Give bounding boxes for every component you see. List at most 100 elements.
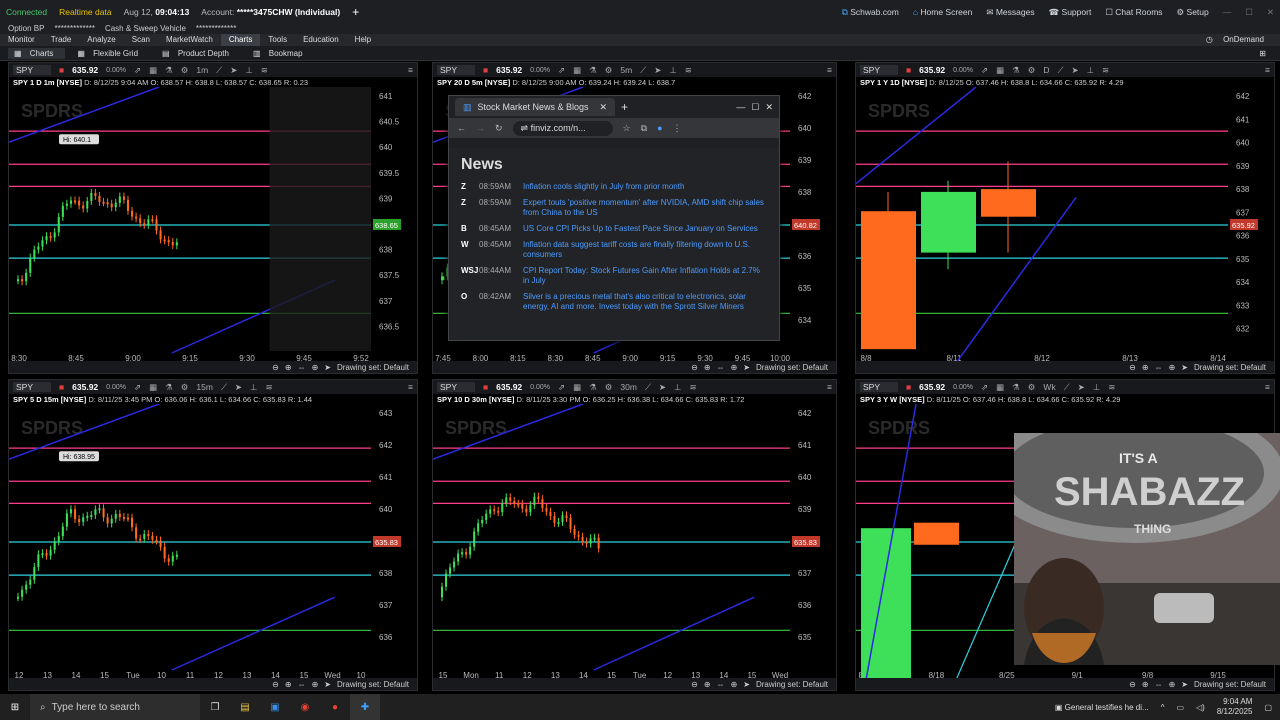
zoom-in-icon[interactable]: ⊕	[704, 680, 711, 689]
share-icon[interactable]: ⇗	[134, 382, 141, 393]
back-icon[interactable]: ←	[457, 123, 466, 133]
pan-icon[interactable]: ⇔	[1155, 680, 1163, 689]
calendar-icon[interactable]: ▦	[149, 382, 157, 393]
grid-layout-icon[interactable]: ⊞	[1253, 48, 1272, 59]
pin-icon[interactable]: ⊥	[1093, 382, 1100, 393]
zoom-out-icon[interactable]: ⊖	[272, 680, 279, 689]
store-icon[interactable]: ▣	[260, 694, 290, 720]
symbol-field[interactable]: SPY	[437, 65, 476, 75]
studies-icon[interactable]: ⚗	[1012, 382, 1020, 393]
pin-icon[interactable]: ⊥	[250, 382, 257, 393]
news-headline[interactable]: Silver is a precious metal that's also c…	[523, 292, 767, 312]
profile-avatar-icon[interactable]: ●	[657, 123, 662, 133]
browser-close-icon[interactable]: ✕	[765, 102, 773, 113]
style-icon[interactable]: ≋	[265, 382, 272, 393]
zoom-out-icon[interactable]: ⊖	[1129, 363, 1136, 372]
studies-icon[interactable]: ⚗	[1012, 65, 1020, 76]
style-icon[interactable]: ≋	[1108, 382, 1115, 393]
setup-link[interactable]: ⚙ Setup	[1177, 7, 1209, 18]
tab-flexible-grid[interactable]: ▦ Flexible Grid	[71, 48, 150, 59]
settings-icon[interactable]: ⚙	[181, 382, 189, 393]
volume-icon[interactable]: ◁)	[1196, 703, 1205, 712]
news-item[interactable]: Z 08:59AM Expert touts 'positive momentum'…	[461, 198, 767, 218]
taskbar-clock[interactable]: 9:04 AM 8/12/2025	[1217, 697, 1253, 717]
studies-icon[interactable]: ⚗	[589, 382, 597, 393]
settings-icon[interactable]: ⚙	[1028, 65, 1036, 76]
link-icon[interactable]: ■	[906, 382, 911, 392]
menu-charts[interactable]: Charts	[220, 34, 261, 46]
menu-icon[interactable]: ≡	[408, 382, 413, 392]
browser-tab[interactable]: ▥ Stock Market News & Blogs ✕	[455, 98, 615, 116]
taskbar-search-box[interactable]: ⌕ Type here to search	[30, 694, 200, 720]
menu-analyze[interactable]: Analyze	[79, 34, 123, 46]
crosshair-icon[interactable]: ⊕	[731, 363, 738, 372]
zoom-out-icon[interactable]: ⊖	[691, 363, 698, 372]
link-icon[interactable]: ■	[483, 382, 488, 392]
drawing-set-label[interactable]: Drawing set: Default	[756, 680, 828, 689]
menu-icon[interactable]: ≡	[827, 382, 832, 392]
price-plot[interactable]: SPDRS64364264164063963863763612131415Tue…	[9, 404, 418, 680]
browser-minimize-icon[interactable]: —	[736, 102, 745, 112]
chart-panel-1[interactable]: SPY ■ 635.92 0.00% ⇗ ▦ ⚗ ⚙ 1m ⟋ ➤ ⊥ ≋ ≡ …	[8, 62, 418, 374]
drawing-cursor-icon[interactable]: ➤	[1181, 363, 1188, 372]
drawing-cursor-icon[interactable]: ➤	[1181, 680, 1188, 689]
link-icon[interactable]: ■	[483, 65, 488, 75]
news-item[interactable]: B 08:45AM US Core CPI Picks Up to Fastest …	[461, 224, 767, 234]
symbol-field[interactable]: SPY	[13, 65, 52, 75]
share-icon[interactable]: ⇗	[981, 382, 988, 393]
price-plot[interactable]: SPDRS64264164063963863763663515Mon111213…	[433, 404, 837, 680]
style-icon[interactable]: ≋	[689, 382, 696, 393]
studies-icon[interactable]: ⚗	[165, 382, 173, 393]
share-icon[interactable]: ⇗	[981, 65, 988, 76]
price-plot[interactable]: SPDRS641640.5640639.5639638.5638637.5637…	[9, 87, 418, 363]
crosshair-icon[interactable]: ⊕	[312, 680, 319, 689]
task-view-icon[interactable]: ❐	[200, 694, 230, 720]
style-icon[interactable]: ≋	[685, 65, 692, 76]
drawing-icon[interactable]: ⟋	[1064, 382, 1070, 393]
news-item[interactable]: W 08:45AM Inflation data suggest tariff co…	[461, 240, 767, 260]
drawing-cursor-icon[interactable]: ➤	[324, 680, 331, 689]
timeframe-selector[interactable]: 30m	[620, 382, 637, 392]
chart-panel-4[interactable]: SPY ■ 635.92 0.00% ⇗ ▦ ⚗ ⚙ 15m ⟋ ➤ ⊥ ≋ ≡…	[8, 379, 418, 691]
cursor-icon[interactable]: ➤	[1078, 382, 1085, 393]
calendar-icon[interactable]: ▦	[573, 65, 581, 76]
pan-icon[interactable]: ⇔	[717, 363, 725, 372]
ondemand-button[interactable]: ◷ OnDemand	[1198, 34, 1280, 46]
link-icon[interactable]: ■	[59, 65, 64, 75]
menu-icon[interactable]: ≡	[827, 65, 832, 75]
menu-monitor[interactable]: Monitor	[0, 34, 43, 46]
minimize-icon[interactable]: —	[1223, 7, 1232, 17]
news-item[interactable]: Z 08:59AM Inflation cools slightly in July…	[461, 182, 767, 192]
home-screen-link[interactable]: ⌂ Home Screen	[913, 7, 972, 17]
more-icon[interactable]: ⋮	[673, 123, 682, 134]
drawing-icon[interactable]: ⟋	[640, 65, 646, 76]
menu-tools[interactable]: Tools	[260, 34, 295, 46]
crosshair-icon[interactable]: ⊕	[1169, 363, 1176, 372]
chat-rooms-link[interactable]: ☐ Chat Rooms	[1105, 7, 1162, 18]
pin-icon[interactable]: ⊥	[1087, 65, 1094, 76]
zoom-in-icon[interactable]: ⊕	[704, 363, 711, 372]
cursor-icon[interactable]: ➤	[235, 382, 242, 393]
news-item[interactable]: WSJ 08:44AM CPI Report Today: Stock Future…	[461, 266, 767, 286]
support-link[interactable]: ☎ Support	[1049, 7, 1092, 18]
pan-icon[interactable]: ⇔	[298, 363, 306, 372]
drawing-set-label[interactable]: Drawing set: Default	[1194, 363, 1266, 372]
record-icon[interactable]: ●	[320, 694, 350, 720]
menu-marketwatch[interactable]: MarketWatch	[158, 34, 221, 46]
menu-icon[interactable]: ≡	[1265, 65, 1270, 75]
symbol-field[interactable]: SPY	[860, 382, 899, 392]
share-icon[interactable]: ⇗	[558, 382, 565, 393]
windows-start-icon[interactable]: ⊞	[0, 694, 30, 720]
zoom-in-icon[interactable]: ⊕	[285, 363, 292, 372]
share-icon[interactable]: ⇗	[558, 65, 565, 76]
chart-panel-5[interactable]: SPY ■ 635.92 0.00% ⇗ ▦ ⚗ ⚙ 30m ⟋ ➤ ⊥ ≋ ≡…	[432, 379, 837, 691]
thinkorswim-icon[interactable]: ✚	[350, 694, 380, 720]
news-headline[interactable]: Inflation cools slightly in July from pr…	[523, 182, 684, 192]
account-selector[interactable]: Account: *****3475CHW (Individual)	[201, 7, 340, 17]
zoom-out-icon[interactable]: ⊖	[272, 363, 279, 372]
chart-panel-3[interactable]: SPY ■ 635.92 0.00% ⇗ ▦ ⚗ ⚙ D ⟋ ➤ ⊥ ≋ ≡ S…	[855, 62, 1275, 374]
file-explorer-icon[interactable]: ▤	[230, 694, 260, 720]
calendar-icon[interactable]: ▦	[573, 382, 581, 393]
pin-icon[interactable]: ⊥	[245, 65, 252, 76]
forward-icon[interactable]: →	[476, 123, 485, 133]
